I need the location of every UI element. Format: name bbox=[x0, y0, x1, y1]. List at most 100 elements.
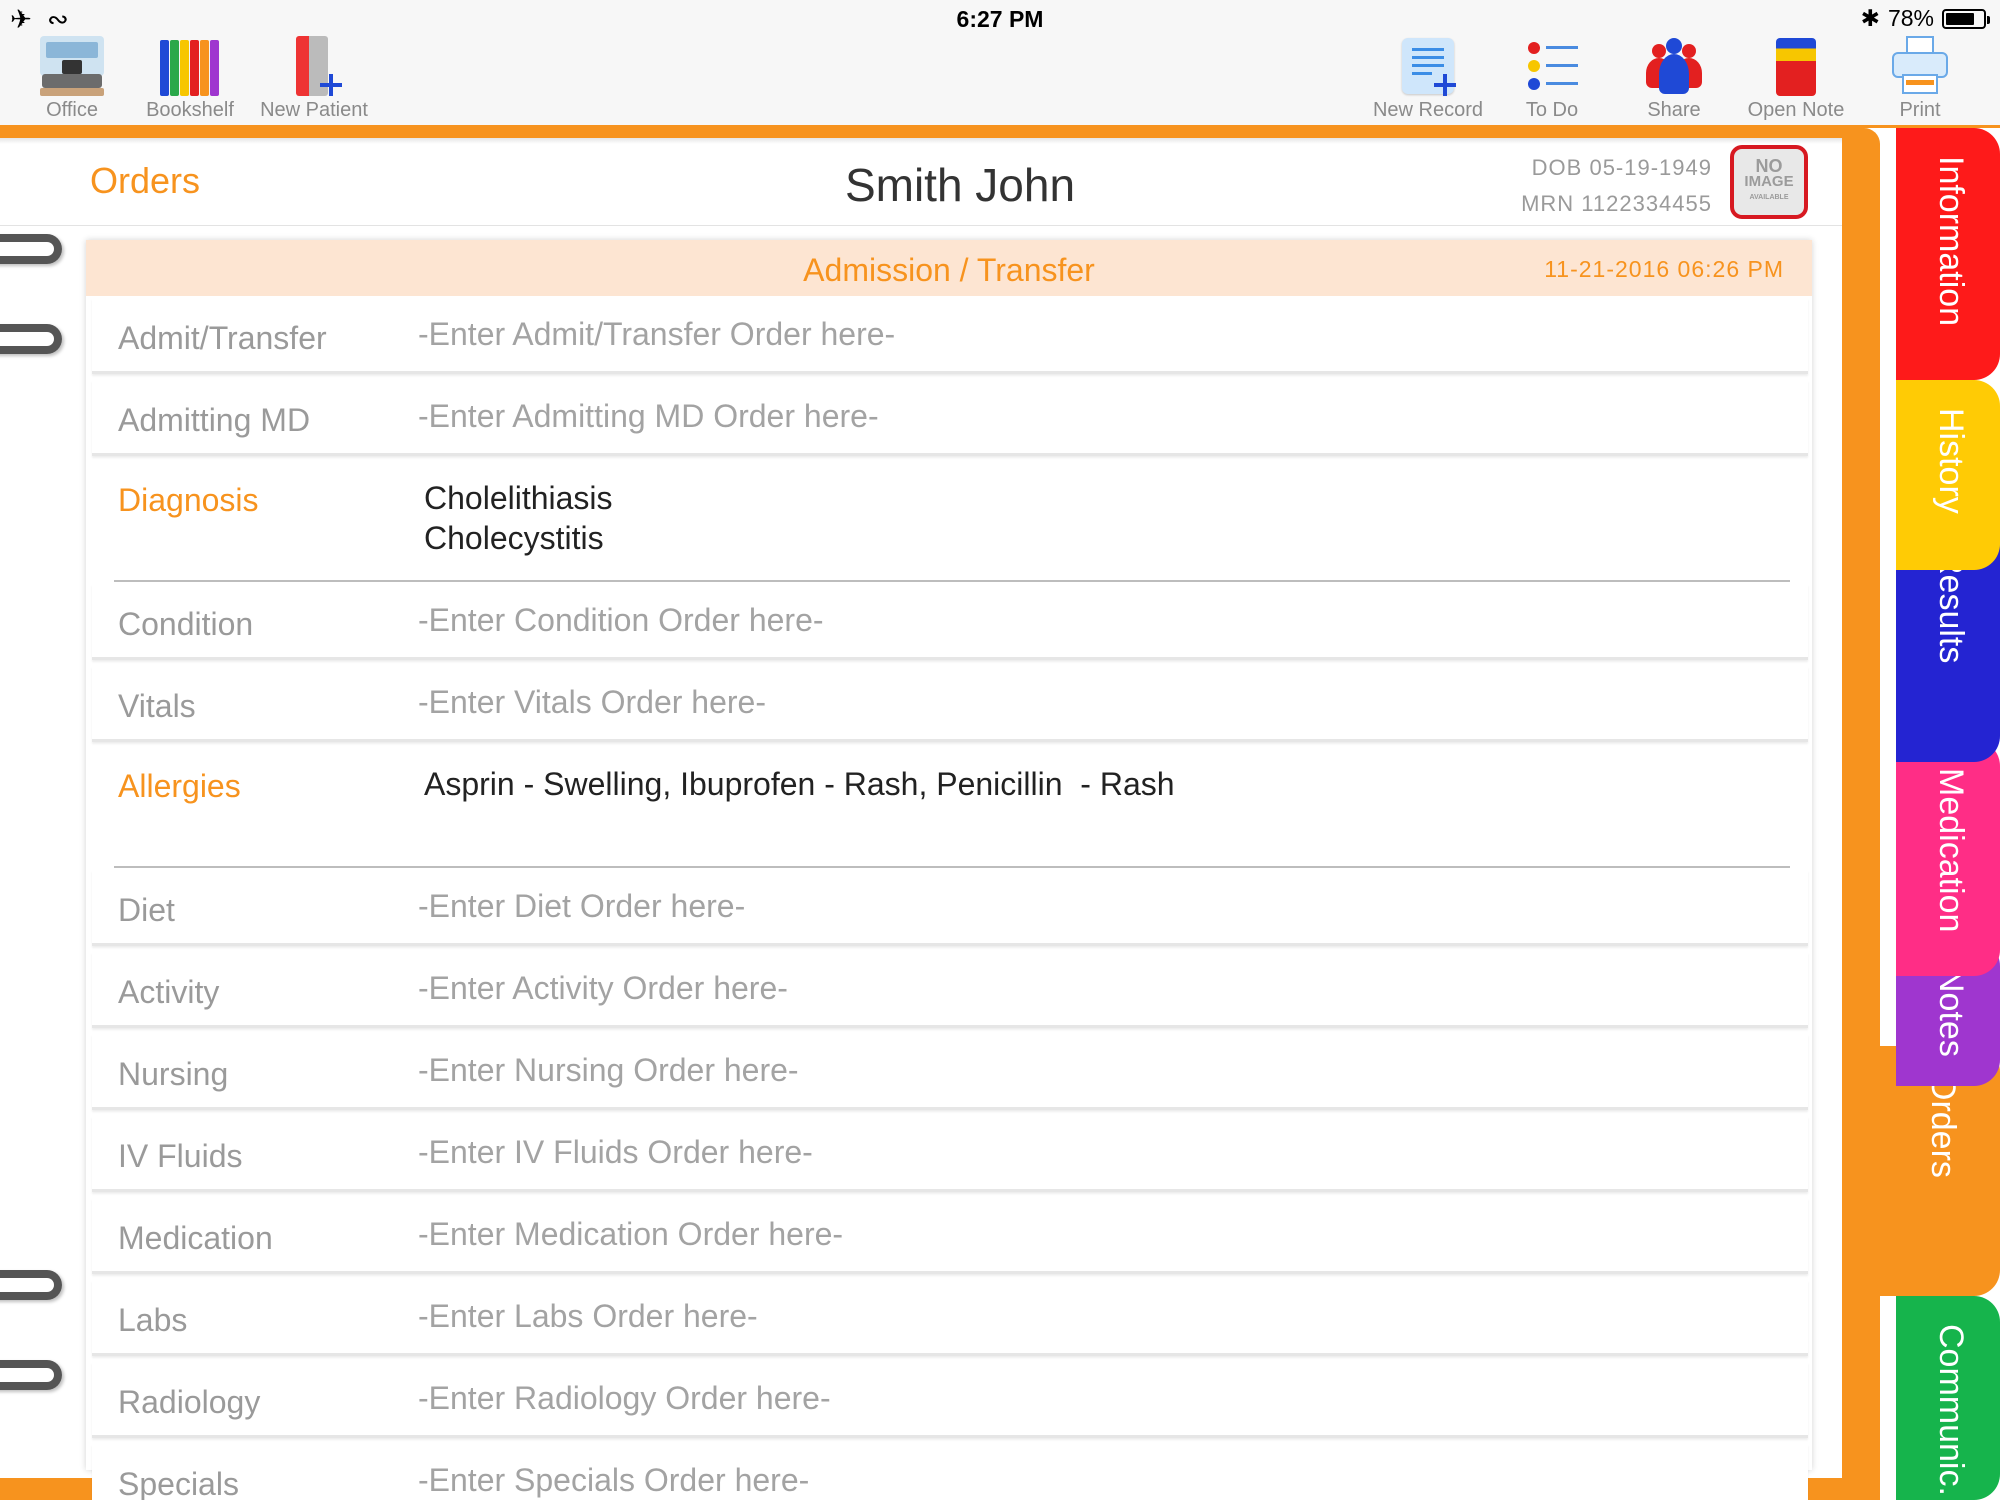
page-header: Orders Smith John DOB 05-19-1949 MRN 112… bbox=[0, 138, 1842, 226]
order-row-admitting-md[interactable]: Admitting MD -Enter Admitting MD Order he… bbox=[92, 380, 1808, 456]
order-row-label: Vitals bbox=[118, 688, 196, 724]
share-label: Share bbox=[1647, 99, 1701, 121]
app-window: ✈ ∾ 6:27 PM ✱ 78% Office Bookshelf New P… bbox=[0, 0, 2000, 1500]
bookshelf-button[interactable]: Bookshelf bbox=[130, 36, 250, 122]
order-row-input[interactable]: -Enter IV Fluids Order here- bbox=[418, 1134, 813, 1171]
order-row-label: Condition bbox=[118, 606, 254, 642]
no-image-line2: IMAGE bbox=[1744, 173, 1794, 190]
order-row-allergies[interactable]: Allergies Asprin - Swelling, Ibuprofen - … bbox=[114, 748, 1790, 868]
status-bar: ✈ ∾ 6:27 PM ✱ 78% bbox=[0, 0, 2000, 36]
printer-icon bbox=[1888, 36, 1952, 98]
order-row-activity[interactable]: Activity -Enter Activity Order here- bbox=[92, 952, 1808, 1028]
order-row-label: Nursing bbox=[118, 1056, 229, 1092]
order-row-specials[interactable]: Specials -Enter Specials Order here- bbox=[92, 1444, 1808, 1500]
order-row-label: Specials bbox=[118, 1466, 239, 1500]
patient-mrn: MRN 1122334455 bbox=[1521, 191, 1712, 216]
order-row-value[interactable]: Asprin - Swelling, Ibuprofen - Rash, Pen… bbox=[424, 764, 1175, 804]
order-row-label: Diet bbox=[118, 892, 175, 928]
bluetooth-icon: ✱ bbox=[1860, 5, 1880, 31]
order-row-input[interactable]: -Enter Nursing Order here- bbox=[418, 1052, 799, 1089]
order-row-diagnosis[interactable]: Diagnosis Cholelithiasis Cholecystitis bbox=[114, 462, 1790, 582]
open-note-label: Open Note bbox=[1747, 99, 1845, 121]
new-record-label: New Record bbox=[1372, 99, 1484, 121]
battery-icon bbox=[1942, 8, 1990, 29]
order-row-input[interactable]: -Enter Labs Order here- bbox=[418, 1298, 758, 1335]
order-row-label: Activity bbox=[118, 974, 220, 1010]
order-row-value[interactable]: Cholelithiasis Cholecystitis bbox=[424, 478, 613, 558]
open-note-button[interactable]: Open Note bbox=[1736, 36, 1856, 122]
tab-label: Information bbox=[1932, 156, 1970, 327]
binder-ring bbox=[0, 234, 62, 264]
office-button[interactable]: Office bbox=[12, 36, 132, 122]
order-row-radiology[interactable]: Radiology -Enter Radiology Order here- bbox=[92, 1362, 1808, 1438]
form-header: Admission / Transfer 11-21-2016 06:26 PM bbox=[86, 240, 1812, 296]
todo-list-icon bbox=[1520, 36, 1584, 98]
battery-fill bbox=[1946, 12, 1975, 25]
patient-photo[interactable]: NO IMAGE AVAILABLE bbox=[1730, 145, 1808, 219]
order-row-label: Admitting MD bbox=[118, 402, 311, 438]
order-row-iv-fluids[interactable]: IV Fluids -Enter IV Fluids Order here- bbox=[92, 1116, 1808, 1192]
open-note-icon bbox=[1764, 36, 1828, 98]
bookshelf-icon bbox=[158, 36, 222, 98]
tab-information[interactable]: Information bbox=[1896, 128, 2000, 380]
order-row-label: Allergies bbox=[118, 768, 241, 804]
new-patient-icon bbox=[282, 36, 346, 98]
share-people-icon bbox=[1642, 36, 1706, 98]
order-row-input[interactable]: -Enter Admitting MD Order here- bbox=[418, 398, 879, 435]
order-row-admit-transfer[interactable]: Admit/Transfer -Enter Admit/Transfer Orde… bbox=[92, 298, 1808, 374]
order-row-label: Labs bbox=[118, 1302, 188, 1338]
patient-dob: DOB 05-19-1949 bbox=[1531, 155, 1712, 180]
order-row-label: Medication bbox=[118, 1220, 273, 1256]
share-button[interactable]: Share bbox=[1614, 36, 1734, 122]
toolbar: Office Bookshelf New Patient New Record … bbox=[0, 36, 2000, 128]
todo-label: To Do bbox=[1525, 99, 1579, 121]
order-row-diet[interactable]: Diet -Enter Diet Order here- bbox=[92, 870, 1808, 946]
order-row-input[interactable]: -Enter Radiology Order here- bbox=[418, 1380, 831, 1417]
binder-ring bbox=[0, 324, 62, 354]
order-row-label: Admit/Transfer bbox=[118, 320, 327, 356]
order-form: Admission / Transfer 11-21-2016 06:26 PM… bbox=[86, 240, 1812, 1500]
new-patient-button[interactable]: New Patient bbox=[254, 36, 374, 122]
patient-meta: DOB 05-19-1949 MRN 1122334455 bbox=[1521, 150, 1712, 222]
status-right: ✱ 78% bbox=[1860, 5, 1990, 32]
order-row-nursing[interactable]: Nursing -Enter Nursing Order here- bbox=[92, 1034, 1808, 1110]
binder-ring bbox=[0, 1360, 62, 1390]
order-row-input[interactable]: -Enter Vitals Order here- bbox=[418, 684, 766, 721]
order-row-label: IV Fluids bbox=[118, 1138, 243, 1174]
tab-label: Medication bbox=[1932, 768, 1970, 933]
notebook-page: Orders Smith John DOB 05-19-1949 MRN 112… bbox=[0, 138, 1842, 1500]
no-image-line3: AVAILABLE bbox=[1749, 194, 1789, 201]
print-button[interactable]: Print bbox=[1860, 36, 1980, 122]
tab-label: History bbox=[1932, 408, 1970, 514]
tab-history[interactable]: History bbox=[1896, 380, 2000, 570]
order-row-vitals[interactable]: Vitals -Enter Vitals Order here- bbox=[92, 666, 1808, 742]
tab-medication[interactable]: Medication bbox=[1896, 740, 2000, 976]
order-row-input[interactable]: -Enter Specials Order here- bbox=[418, 1462, 809, 1499]
office-icon bbox=[40, 36, 104, 98]
print-label: Print bbox=[1899, 99, 1941, 121]
order-row-input[interactable]: -Enter Diet Order here- bbox=[418, 888, 745, 925]
order-row-input[interactable]: -Enter Admit/Transfer Order here- bbox=[418, 316, 895, 353]
order-row-labs[interactable]: Labs -Enter Labs Order here- bbox=[92, 1280, 1808, 1356]
order-row-label: Diagnosis bbox=[118, 482, 259, 518]
tab-label: Orders bbox=[1924, 1074, 1962, 1178]
status-time: 6:27 PM bbox=[956, 6, 1044, 32]
battery-percent: 78% bbox=[1887, 5, 1934, 31]
todo-button[interactable]: To Do bbox=[1492, 36, 1612, 122]
tab-communic-[interactable]: Communic. bbox=[1896, 1296, 2000, 1500]
tab-label: Communic. bbox=[1932, 1324, 1970, 1496]
order-row-medication[interactable]: Medication -Enter Medication Order here- bbox=[92, 1198, 1808, 1274]
bookshelf-label: Bookshelf bbox=[146, 99, 234, 121]
order-row-input[interactable]: -Enter Medication Order here- bbox=[418, 1216, 843, 1253]
new-record-button[interactable]: New Record bbox=[1368, 36, 1488, 122]
new-patient-label: New Patient bbox=[260, 99, 368, 121]
form-date: 11-21-2016 06:26 PM bbox=[1544, 256, 1784, 282]
new-record-icon bbox=[1396, 36, 1460, 98]
binder-ring bbox=[0, 1270, 62, 1300]
order-row-input[interactable]: -Enter Condition Order here- bbox=[418, 602, 824, 639]
order-row-input[interactable]: -Enter Activity Order here- bbox=[418, 970, 788, 1007]
order-row-label: Radiology bbox=[118, 1384, 261, 1420]
office-label: Office bbox=[46, 99, 98, 121]
order-row-condition[interactable]: Condition -Enter Condition Order here- bbox=[92, 584, 1808, 660]
no-image-line1: NO bbox=[1755, 156, 1783, 176]
